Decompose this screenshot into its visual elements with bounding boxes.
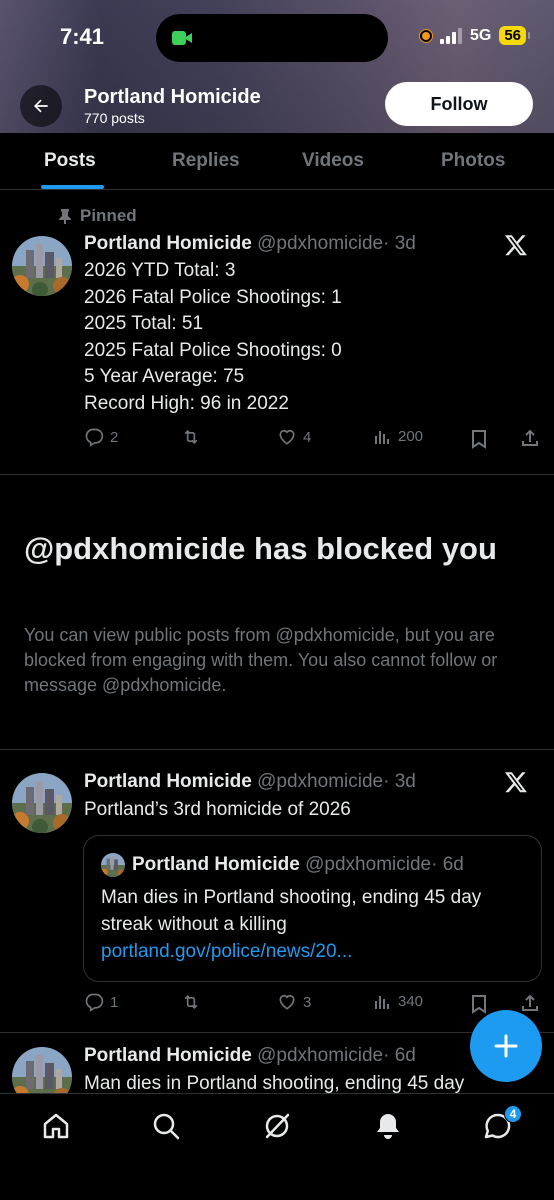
tweet-header: Portland Homicide @pdxhomicide· 3d: [84, 771, 416, 793]
tweet-actions: 1 3 340: [84, 992, 544, 1016]
x-logo-icon: [504, 235, 527, 256]
tweet-line: 2025 Fatal Police Shootings: 0: [84, 339, 342, 361]
tweet-line: Record High: 96 in 2022: [84, 392, 289, 414]
views-count: 340: [398, 992, 424, 1010]
tab-replies[interactable]: Replies: [172, 150, 240, 172]
reply-button[interactable]: 2: [84, 427, 118, 447]
tweet-time: · 3d: [383, 233, 416, 254]
author-handle[interactable]: @pdxhomicide: [257, 233, 383, 254]
heart-icon: [279, 994, 295, 1010]
divider: [0, 1032, 554, 1033]
avatar[interactable]: [12, 236, 72, 296]
facetime-camera-icon: [172, 29, 194, 47]
heart-icon: [279, 429, 295, 445]
grok-icon[interactable]: [261, 1110, 293, 1142]
avatar: [101, 853, 125, 877]
author-name: Portland Homicide: [132, 854, 300, 875]
reply-icon: [85, 428, 104, 447]
profile-header: Portland Homicide 770 posts Follow: [0, 82, 554, 128]
author-name[interactable]: Portland Homicide: [84, 233, 252, 254]
quote-text: Man dies in Portland shooting, ending 45…: [101, 884, 521, 965]
divider: [0, 474, 554, 475]
share-icon[interactable]: [520, 993, 540, 1013]
recording-dot-icon: [419, 29, 432, 42]
dynamic-island: [156, 14, 388, 62]
tweet-time: · 3d: [383, 771, 416, 792]
views-chart-icon: [375, 996, 389, 1009]
views-button[interactable]: 340: [374, 992, 423, 1010]
tweet-line: 5 Year Average: 75: [84, 366, 245, 388]
status-time: 7:41: [60, 24, 105, 49]
profile-name: Portland Homicide: [84, 86, 261, 108]
x-logo-icon: [504, 772, 527, 793]
arrow-left-icon: [34, 99, 48, 113]
tweet-time: · 6d: [383, 1045, 416, 1066]
repost-button[interactable]: [180, 992, 208, 1012]
like-button[interactable]: 4: [277, 427, 311, 447]
search-icon[interactable]: [150, 1110, 182, 1142]
like-count: 3: [303, 993, 312, 1011]
like-button[interactable]: 3: [277, 992, 311, 1012]
messages-badge: 4: [504, 1105, 522, 1123]
post-count: 770 posts: [84, 110, 145, 126]
blocked-title: @pdxhomicide has blocked you: [24, 531, 497, 566]
tweet-time: · 6d: [431, 854, 464, 875]
signal-icon: [439, 27, 462, 44]
notifications-bell-icon[interactable]: [372, 1110, 404, 1142]
tweet-line: 2026 Fatal Police Shootings: 1: [84, 286, 342, 308]
author-handle[interactable]: @pdxhomicide: [257, 1045, 383, 1066]
quote-link[interactable]: portland.gov/police/news/20...: [101, 941, 352, 962]
repost-icon: [184, 994, 198, 1010]
plus-icon: [494, 1034, 518, 1058]
reply-icon: [85, 993, 104, 1012]
pin-icon: [59, 209, 71, 224]
battery-indicator: 56: [499, 26, 530, 45]
reply-count: 2: [110, 428, 119, 446]
avatar[interactable]: [12, 773, 72, 833]
pinned-label: Pinned: [58, 206, 137, 226]
network-type: 5G: [469, 26, 492, 44]
tweet-actions: 2 4 200: [84, 427, 544, 451]
bookmark-icon[interactable]: [470, 429, 488, 449]
tweet-line: 2026 YTD Total: 3: [84, 260, 236, 281]
quote-body: Man dies in Portland shooting, ending 45…: [101, 887, 482, 935]
views-chart-icon: [375, 431, 389, 444]
tab-posts[interactable]: Posts: [44, 150, 96, 172]
tab-photos[interactable]: Photos: [441, 150, 505, 172]
repost-button[interactable]: [180, 427, 208, 447]
quote-header: Portland Homicide @pdxhomicide· 6d: [132, 854, 464, 876]
status-bar: 7:41 5G 56: [0, 0, 554, 80]
back-button[interactable]: [20, 85, 62, 127]
tweet-text: Portland’s 3rd homicide of 2026: [84, 799, 351, 820]
bottom-nav: [0, 1093, 554, 1200]
repost-icon: [184, 429, 198, 445]
blocked-description: You can view public posts from @pdxhomic…: [24, 625, 498, 695]
author-handle: @pdxhomicide: [305, 854, 432, 875]
reply-count: 1: [110, 993, 119, 1011]
author-handle[interactable]: @pdxhomicide: [257, 771, 383, 792]
tweet-body: 2026 YTD Total: 3 2026 Fatal Police Shoo…: [84, 258, 342, 418]
quoted-tweet[interactable]: Portland Homicide @pdxhomicide· 6d Man d…: [83, 835, 542, 982]
divider: [0, 749, 554, 750]
reply-button[interactable]: 1: [84, 992, 118, 1012]
tweet-header: Portland Homicide @pdxhomicide· 3d: [84, 233, 416, 255]
share-icon[interactable]: [520, 428, 540, 448]
bookmark-icon[interactable]: [470, 994, 488, 1014]
views-count: 200: [398, 427, 424, 445]
author-name[interactable]: Portland Homicide: [84, 1045, 252, 1066]
tweet-header: Portland Homicide @pdxhomicide· 6d: [84, 1045, 416, 1067]
follow-button[interactable]: Follow: [385, 82, 533, 126]
views-button[interactable]: 200: [374, 427, 423, 445]
home-icon[interactable]: [40, 1110, 72, 1142]
profile-tabs: Posts Replies Videos Photos: [0, 133, 554, 190]
pinned-text: Pinned: [80, 206, 137, 225]
tweet-line: 2025 Total: 51: [84, 313, 204, 335]
like-count: 4: [303, 428, 312, 446]
author-name[interactable]: Portland Homicide: [84, 771, 252, 792]
tab-videos[interactable]: Videos: [302, 150, 364, 172]
active-tab-indicator: [41, 185, 104, 189]
compose-button[interactable]: [470, 1010, 542, 1082]
